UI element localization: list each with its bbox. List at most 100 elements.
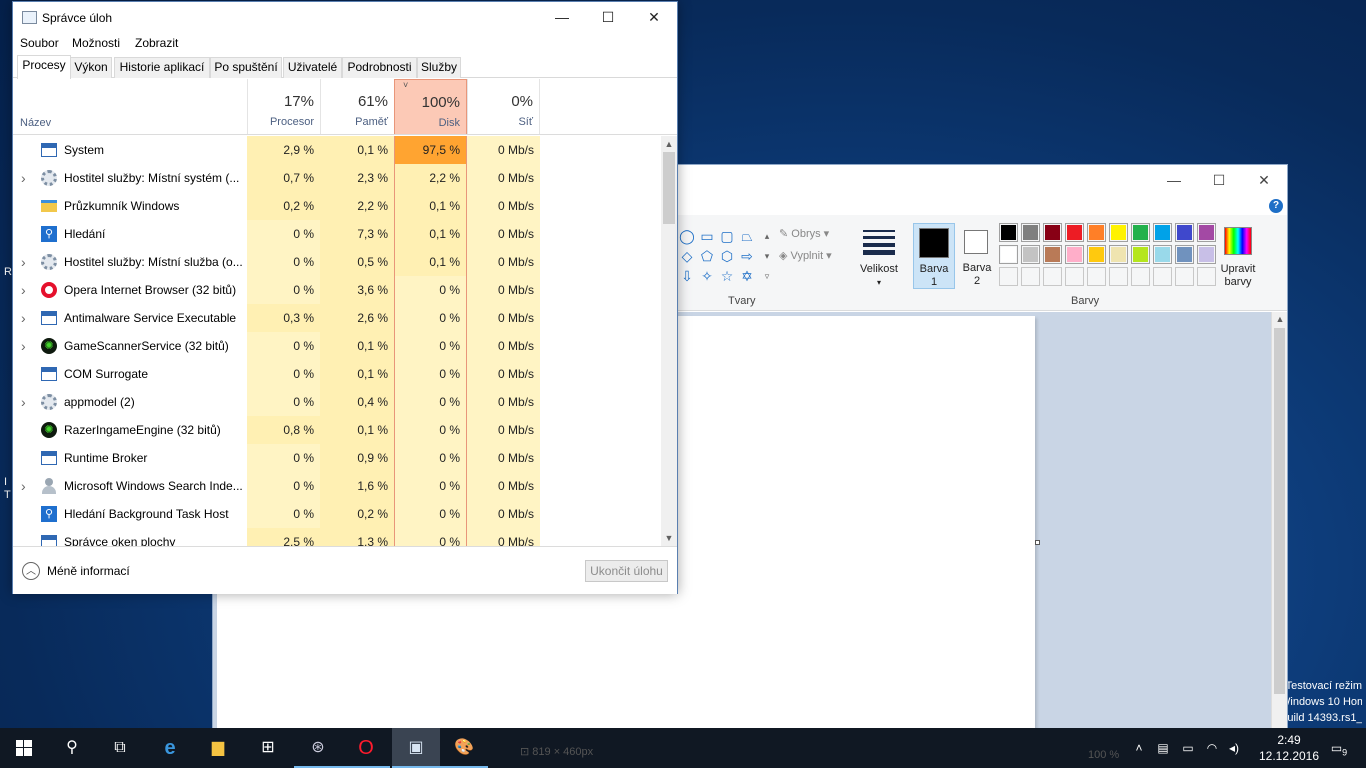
palette-swatch[interactable] <box>1197 223 1216 242</box>
fewer-details-link[interactable]: Méně informací <box>47 564 130 578</box>
palette-swatch-empty[interactable] <box>1065 267 1084 286</box>
fill-button[interactable]: ◈ Vyplnit ▾ <box>779 249 832 262</box>
store-icon[interactable]: ⊞ <box>244 728 292 768</box>
scroll-thumb[interactable] <box>663 152 675 224</box>
palette-swatch-empty[interactable] <box>1043 267 1062 286</box>
palette-swatch-empty[interactable] <box>1175 267 1194 286</box>
rounded-rect-shape-icon[interactable]: ▢ <box>719 229 735 243</box>
palette-swatch[interactable] <box>1087 223 1106 242</box>
palette-swatch[interactable] <box>1087 245 1106 264</box>
close-icon[interactable]: ✕ <box>1255 171 1273 189</box>
palette-swatch[interactable] <box>1153 223 1172 242</box>
table-row[interactable]: Správce oken plochy 2,5 % 1,3 % 0 % 0 Mb/s <box>13 528 661 546</box>
column-header-memory[interactable]: 61% Paměť <box>320 79 394 134</box>
process-list-scrollbar[interactable]: ▲ ▼ <box>661 136 677 546</box>
star5-shape-icon[interactable]: ☆ <box>719 269 735 283</box>
palette-swatch[interactable] <box>1197 245 1216 264</box>
hexagon-shape-icon[interactable]: ⬡ <box>719 249 735 263</box>
scroll-thumb[interactable] <box>1274 328 1285 694</box>
expand-chevron-icon[interactable]: › <box>21 304 31 332</box>
maximize-icon[interactable]: ☐ <box>585 2 631 32</box>
palette-swatch-empty[interactable] <box>1197 267 1216 286</box>
palette-swatch[interactable] <box>1109 223 1128 242</box>
shapes-scroll-down-icon[interactable]: ▾ <box>759 249 775 263</box>
table-row[interactable]: System 2,9 % 0,1 % 97,5 % 0 Mb/s <box>13 136 661 164</box>
tab-po-spusteni[interactable]: Po spuštění <box>210 57 282 78</box>
table-row[interactable]: › Opera Internet Browser (32 bitů) 0 % 3,6 … <box>13 276 661 304</box>
palette-swatch-empty[interactable] <box>1153 267 1172 286</box>
palette-swatch[interactable] <box>1109 245 1128 264</box>
tab-uzivatele[interactable]: Uživatelé <box>283 57 342 78</box>
menu-zobrazit[interactable]: Zobrazit <box>135 36 178 50</box>
ellipse-shape-icon[interactable]: ◯ <box>679 229 695 243</box>
tab-sluzby[interactable]: Služby <box>417 57 461 78</box>
search-icon[interactable]: ⚲ <box>48 728 96 768</box>
palette-swatch[interactable] <box>1021 245 1040 264</box>
menu-soubor[interactable]: Soubor <box>20 36 59 50</box>
expand-chevron-icon[interactable]: › <box>21 388 31 416</box>
palette-swatch[interactable] <box>1021 223 1040 242</box>
palette-swatch[interactable] <box>1043 223 1062 242</box>
battery-icon[interactable]: ▭ <box>1180 728 1196 768</box>
canvas-vertical-scrollbar[interactable]: ▲ <box>1271 312 1287 729</box>
task-manager-window[interactable]: Správce úloh — ☐ ✕ Soubor Možnosti Zobra… <box>12 1 678 594</box>
table-row[interactable]: Průzkumník Windows 0,2 % 2,2 % 0,1 % 0 Mb/s <box>13 192 661 220</box>
task-manager-taskbar-icon[interactable]: ▣ <box>392 728 440 768</box>
shapes-scroll-up-icon[interactable]: ▴ <box>759 229 775 243</box>
wifi-icon[interactable]: ◠ <box>1204 728 1220 768</box>
table-row[interactable]: Runtime Broker 0 % 0,9 % 0 % 0 Mb/s <box>13 444 661 472</box>
table-row[interactable]: ⚲ Hledání Background Task Host 0 % 0,2 % 0 %… <box>13 500 661 528</box>
scroll-up-icon[interactable]: ▲ <box>661 137 677 151</box>
size-button[interactable]: Velikost ▾ <box>857 225 901 287</box>
palette-swatch[interactable] <box>1131 223 1150 242</box>
color2-button[interactable]: Barva 2 <box>957 223 997 289</box>
polygon-shape-icon[interactable]: ⏢ <box>739 229 755 243</box>
table-row[interactable]: › Hostitel služby: Místní systém (... 0,7 … <box>13 164 661 192</box>
file-explorer-icon[interactable]: ▆ <box>194 728 242 768</box>
palette-swatch-empty[interactable] <box>1087 267 1106 286</box>
task-manager-titlebar[interactable]: Správce úloh — ☐ ✕ <box>13 2 677 32</box>
edge-icon[interactable]: e <box>146 728 194 768</box>
palette-swatch[interactable] <box>1131 245 1150 264</box>
pentagon-shape-icon[interactable]: ⬠ <box>699 249 715 263</box>
palette-swatch[interactable] <box>1175 223 1194 242</box>
tray-app-icon[interactable]: ▤ <box>1155 728 1171 768</box>
expand-chevron-icon[interactable]: › <box>21 472 31 500</box>
column-header-network[interactable]: 0% Síť <box>467 79 540 134</box>
chevron-up-icon[interactable]: ˄ <box>1132 728 1146 768</box>
clock[interactable]: 2:49 12.12.2016 <box>1256 732 1322 764</box>
rectangle-shape-icon[interactable]: ▭ <box>699 229 715 243</box>
palette-swatch[interactable] <box>1065 223 1084 242</box>
table-row[interactable]: › Hostitel služby: Místní služba (o... 0 %… <box>13 248 661 276</box>
palette-swatch-empty[interactable] <box>1021 267 1040 286</box>
column-header-disk[interactable]: ˅ 100% Disk <box>394 79 467 134</box>
table-row[interactable]: ⚲ Hledání 0 % 7,3 % 0,1 % 0 Mb/s <box>13 220 661 248</box>
maximize-icon[interactable]: ☐ <box>1210 171 1228 189</box>
table-row[interactable]: › appmodel (2) 0 % 0,4 % 0 % 0 Mb/s <box>13 388 661 416</box>
minimize-icon[interactable]: — <box>1165 171 1183 189</box>
palette-swatch-empty[interactable] <box>1109 267 1128 286</box>
palette-swatch[interactable] <box>999 223 1018 242</box>
palette-swatch[interactable] <box>1175 245 1194 264</box>
steam-icon[interactable]: ⊛ <box>294 728 342 768</box>
outline-button[interactable]: ✎ Obrys ▾ <box>779 227 829 240</box>
diamond-shape-icon[interactable]: ◇ <box>679 249 695 263</box>
chevron-up-icon[interactable]: ︿ <box>22 562 40 580</box>
table-row[interactable]: › Microsoft Windows Search Inde... 0 % 1,6 … <box>13 472 661 500</box>
scroll-up-icon[interactable]: ▲ <box>1272 312 1288 326</box>
table-row[interactable]: COM Surrogate 0 % 0,1 % 0 % 0 Mb/s <box>13 360 661 388</box>
tab-vykon[interactable]: Výkon <box>70 57 112 78</box>
shapes-expand-icon[interactable]: ▿ <box>759 269 775 283</box>
palette-swatch[interactable] <box>999 245 1018 264</box>
table-row[interactable]: ✺ RazerIngameEngine (32 bitů) 0,8 % 0,1 % 0 … <box>13 416 661 444</box>
column-header-name[interactable]: Název <box>20 117 51 129</box>
star4-shape-icon[interactable]: ✧ <box>699 269 715 283</box>
tab-procesy[interactable]: Procesy <box>17 55 71 79</box>
menu-moznosti[interactable]: Možnosti <box>72 36 120 50</box>
palette-swatch[interactable] <box>1043 245 1062 264</box>
tab-podrobnosti[interactable]: Podrobnosti <box>342 57 417 78</box>
tab-historie[interactable]: Historie aplikací <box>114 57 210 78</box>
palette-swatch-empty[interactable] <box>1131 267 1150 286</box>
help-icon[interactable]: ? <box>1269 199 1283 213</box>
close-icon[interactable]: ✕ <box>631 2 677 32</box>
